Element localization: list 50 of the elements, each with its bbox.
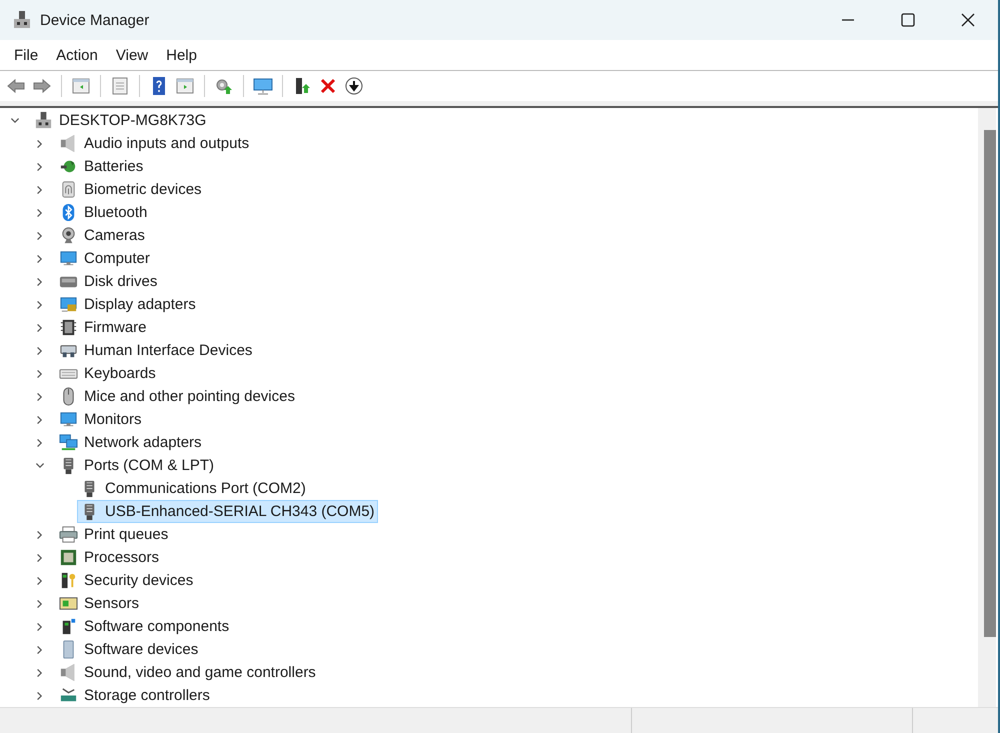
tree-item[interactable]: Computer (56, 247, 153, 270)
tree-item[interactable]: Ports (COM & LPT) (56, 454, 218, 477)
monitor-icon (59, 410, 78, 429)
tree-item[interactable]: Sound, video and game controllers (56, 661, 319, 684)
processor-icon (59, 548, 78, 567)
tree-item[interactable]: Monitors (56, 408, 145, 431)
panel-icon[interactable] (175, 76, 195, 96)
tree-item[interactable]: Cameras (56, 224, 148, 247)
computer-icon (34, 111, 53, 130)
tree-item[interactable]: Keyboards (56, 362, 159, 385)
scrollbar[interactable] (978, 108, 996, 707)
tree-item[interactable]: Processors (56, 546, 162, 569)
tree-item[interactable]: Audio inputs and outputs (56, 132, 252, 155)
menu-item[interactable]: View (108, 44, 156, 66)
tree-item[interactable]: Firmware (56, 316, 150, 339)
tree-item[interactable]: Human Interface Devices (56, 339, 256, 362)
page-icon[interactable] (110, 76, 130, 96)
tree-item[interactable]: Bluetooth (56, 201, 150, 224)
printer-icon (59, 525, 78, 544)
forward-arrow-icon[interactable] (32, 76, 52, 96)
display-card-icon (59, 295, 78, 314)
tree-item[interactable]: Mice and other pointing devices (56, 385, 298, 408)
tree-item[interactable]: Security devices (56, 569, 196, 592)
menu-item[interactable]: File (6, 44, 46, 66)
window-title: Device Manager (40, 12, 150, 28)
computer-icon (12, 10, 32, 30)
tree-item[interactable]: Sensors (56, 592, 142, 615)
menu-item[interactable]: Help (158, 44, 205, 66)
menu-item[interactable]: Action (48, 44, 106, 66)
chip-icon (59, 318, 78, 337)
tree-item[interactable]: Storage controllers (56, 684, 213, 707)
tree-item[interactable]: Biometric devices (56, 178, 205, 201)
network-icon (59, 433, 78, 452)
tree-item[interactable]: Communications Port (COM2) (77, 477, 309, 500)
tree-item[interactable]: USB-Enhanced-SERIAL CH343 (COM5) (77, 500, 378, 523)
tree-item[interactable]: Display adapters (56, 293, 199, 316)
tree-item[interactable]: Batteries (56, 155, 146, 178)
key-icon (59, 571, 78, 590)
monitor-icon (59, 249, 78, 268)
delete-icon[interactable] (318, 76, 338, 96)
tree-item[interactable]: Software devices (56, 638, 202, 661)
scrollbar-thumb[interactable] (984, 130, 996, 637)
tree-item[interactable]: Disk drives (56, 270, 160, 293)
tree-item[interactable]: DESKTOP-MG8K73G (31, 109, 210, 132)
panel-icon[interactable] (71, 76, 91, 96)
monitor-icon[interactable] (253, 76, 273, 96)
tree-item[interactable]: Print queues (56, 523, 172, 546)
tree-item[interactable]: Network adapters (56, 431, 205, 454)
back-arrow-icon[interactable] (6, 76, 26, 96)
tree-item[interactable]: Software components (56, 615, 232, 638)
